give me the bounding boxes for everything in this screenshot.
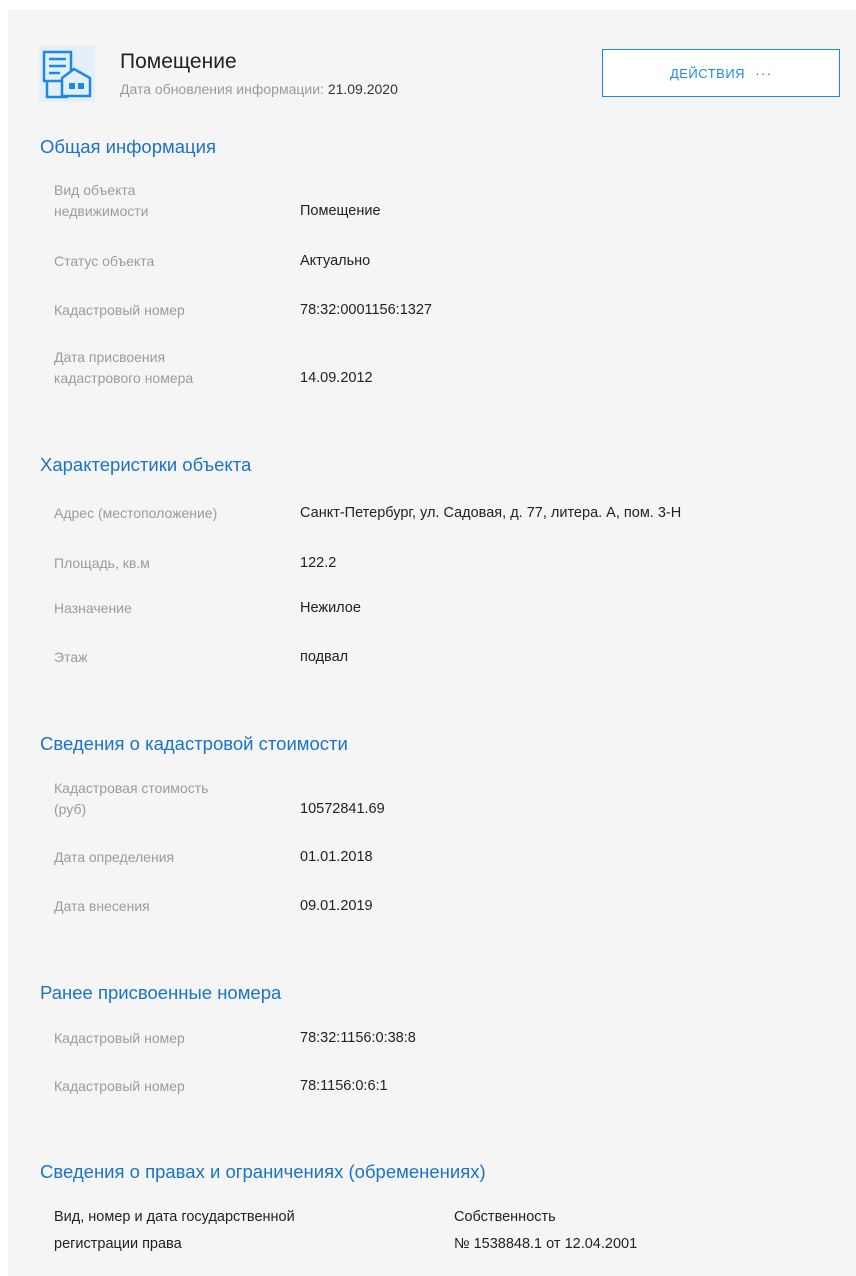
row-value: Помещение	[300, 203, 381, 219]
section-title-cost: Сведения о кадастровой стоимости	[40, 733, 348, 754]
row-value: 10572841.69	[300, 801, 385, 817]
row-value: 14.09.2012	[300, 370, 373, 386]
row-value: 78:1156:0:6:1	[300, 1078, 388, 1094]
rights-type: Собственность	[454, 1209, 556, 1225]
actions-label: ДЕЙСТВИЯ	[669, 65, 746, 81]
row-label: Дата внесения	[54, 898, 150, 914]
row-label-line: (руб)	[54, 801, 87, 817]
rights-value: Собственность № 1538848.1 от 12.04.2001	[454, 1204, 637, 1258]
row-label-line: Кадастровая стоимость	[54, 780, 209, 796]
row-label: Назначение	[54, 600, 132, 616]
row-value: 78:32:1156:0:38:8	[300, 1030, 416, 1046]
update-date-label: Дата обновления информации:	[120, 81, 324, 97]
row-value: Санкт-Петербург, ул. Садовая, д. 77, лит…	[300, 505, 682, 521]
row-label: Этаж	[54, 649, 88, 665]
object-card: Помещение Дата обновления информации: 21…	[8, 10, 856, 1276]
section-title-characteristics: Характеристики объекта	[40, 454, 252, 475]
row-label: Дата присвоения кадастрового номера	[54, 347, 264, 389]
page-title: Помещение	[120, 50, 237, 73]
section-title-general: Общая информация	[40, 136, 216, 157]
update-date-line: Дата обновления информации: 21.09.2020	[120, 81, 398, 97]
building-document-icon	[39, 46, 95, 102]
row-label: Кадастровая стоимость (руб)	[54, 778, 264, 820]
row-label-line: Дата присвоения	[54, 349, 166, 365]
card-header: Помещение Дата обновления информации: 21…	[8, 10, 856, 110]
row-label: Статус объекта	[54, 253, 155, 269]
row-label: Вид объекта недвижимости	[54, 180, 264, 222]
row-label: Дата определения	[54, 849, 175, 865]
more-dots-icon: ···	[755, 65, 773, 81]
rights-registration-number: № 1538848.1 от 12.04.2001	[454, 1236, 638, 1252]
row-value: 09.01.2019	[300, 898, 373, 914]
row-label-line: недвижимости	[54, 203, 149, 219]
row-value: 78:32:0001156:1327	[300, 302, 432, 318]
row-value: 122.2	[300, 555, 337, 571]
row-label-line: Вид объекта	[54, 182, 136, 198]
section-title-previous: Ранее присвоенные номера	[40, 982, 282, 1003]
row-value: Нежилое	[300, 600, 361, 616]
rights-label-line: регистрации права	[54, 1236, 182, 1252]
row-label: Площадь, кв.м	[54, 555, 150, 571]
row-label: Адрес (местоположение)	[54, 505, 218, 521]
row-label-line: кадастрового номера	[54, 370, 194, 386]
actions-button[interactable]: ДЕЙСТВИЯ ···	[602, 49, 840, 97]
rights-label: Вид, номер и дата государственной регист…	[54, 1204, 384, 1258]
section-title-rights: Сведения о правах и ограничениях (обреме…	[40, 1161, 486, 1182]
row-value: подвал	[300, 649, 349, 665]
row-value: 01.01.2018	[300, 849, 373, 865]
update-date-value: 21.09.2020	[327, 81, 398, 97]
row-label: Кадастровый номер	[54, 302, 185, 318]
row-value: Актуально	[300, 253, 371, 269]
rights-label-line: Вид, номер и дата государственной	[54, 1209, 295, 1225]
row-label: Кадастровый номер	[54, 1078, 185, 1094]
row-label: Кадастровый номер	[54, 1030, 185, 1046]
